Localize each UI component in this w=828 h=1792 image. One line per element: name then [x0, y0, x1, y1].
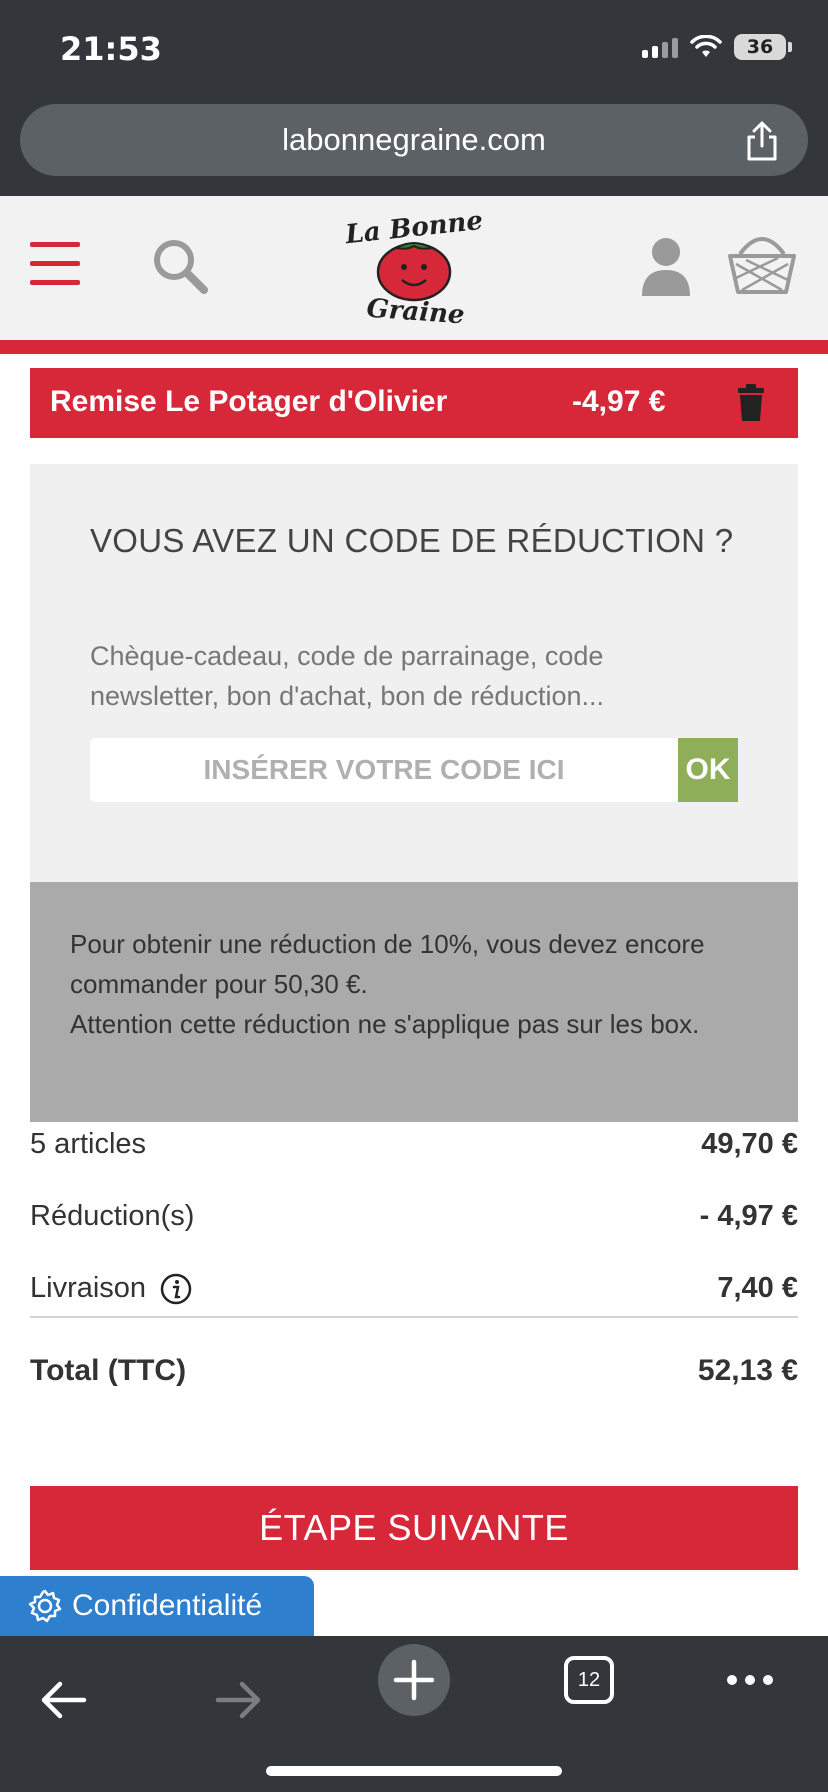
site-logo[interactable]: La Bonne Graine: [340, 204, 490, 332]
battery-indicator: 36: [734, 34, 786, 60]
battery-tip: [788, 42, 792, 52]
applied-discount-row: Remise Le Potager d'Olivier -4,97 €: [30, 368, 798, 438]
articles-value: 49,70 €: [701, 1128, 798, 1160]
discount-info-line2: Attention cette réduction ne s'applique …: [70, 1009, 700, 1039]
reductions-label: Réduction(s): [30, 1200, 195, 1232]
wifi-icon: [690, 35, 722, 57]
forward-icon[interactable]: [214, 1680, 264, 1720]
total-label: Total (TTC): [30, 1354, 187, 1387]
delivery-label: Livraison: [30, 1272, 147, 1304]
discount-info-line1: Pour obtenir une réduction de 10%, vous …: [70, 929, 705, 999]
back-icon[interactable]: [38, 1680, 88, 1720]
gear-icon: [28, 1589, 62, 1623]
discount-label: Remise Le Potager d'Olivier: [50, 385, 448, 418]
plus-icon[interactable]: [378, 1644, 450, 1716]
discount-info-text: Pour obtenir une réduction de 10%, vous …: [70, 924, 790, 1044]
logo-text-bottom: Graine: [366, 294, 466, 331]
promo-title: VOUS AVEZ UN CODE DE RÉDUCTION ?: [90, 522, 734, 559]
basket-icon[interactable]: [726, 230, 798, 296]
promo-description: Chèque-cadeau, code de parrainage, code …: [90, 641, 605, 711]
signal-icon: [642, 36, 678, 58]
total-value: 52,13 €: [697, 1354, 798, 1387]
site-header: La Bonne Graine: [0, 196, 828, 354]
summary-row-total: Total (TTC) 52,13 €: [30, 1348, 798, 1396]
more-icon[interactable]: [726, 1674, 774, 1686]
browser-bottom-toolbar: 12: [0, 1636, 828, 1792]
articles-label: 5 articles: [30, 1128, 147, 1160]
status-icons: 36: [642, 34, 792, 60]
promo-code-section: VOUS AVEZ UN CODE DE RÉDUCTION ? Chèque-…: [30, 464, 798, 882]
summary-row-articles: 5 articles 49,70 €: [30, 1122, 798, 1170]
browser-top-chrome: 21:53 36 labonnegraine.com: [0, 0, 828, 196]
delivery-label-wrap: Livraison: [30, 1272, 192, 1305]
promo-code-input[interactable]: [90, 738, 678, 802]
privacy-label: Confidentialité: [72, 1589, 263, 1622]
url-text[interactable]: labonnegraine.com: [20, 122, 808, 158]
delivery-value: 7,40 €: [717, 1272, 798, 1304]
url-bar[interactable]: labonnegraine.com: [20, 104, 808, 176]
home-indicator: [266, 1766, 562, 1776]
tabs-icon[interactable]: 12: [564, 1656, 614, 1704]
discount-info-box: Pour obtenir une réduction de 10%, vous …: [30, 882, 798, 1122]
info-icon[interactable]: [160, 1273, 192, 1305]
summary-row-delivery: Livraison 7,40 €: [30, 1266, 798, 1314]
trash-icon[interactable]: [736, 384, 766, 422]
privacy-button[interactable]: Confidentialité: [0, 1576, 314, 1636]
status-time: 21:53: [60, 30, 162, 68]
summary-divider: [30, 1316, 798, 1318]
reductions-value: - 4,97 €: [699, 1200, 798, 1232]
promo-ok-button[interactable]: OK: [678, 738, 738, 802]
menu-icon[interactable]: [30, 242, 80, 299]
summary-row-reductions: Réduction(s) - 4,97 €: [30, 1194, 798, 1242]
discount-amount: -4,97 €: [572, 385, 666, 418]
search-icon[interactable]: [150, 236, 210, 296]
share-icon[interactable]: [744, 120, 780, 162]
user-icon[interactable]: [640, 236, 692, 298]
next-step-button[interactable]: ÉTAPE SUIVANTE: [30, 1486, 798, 1570]
